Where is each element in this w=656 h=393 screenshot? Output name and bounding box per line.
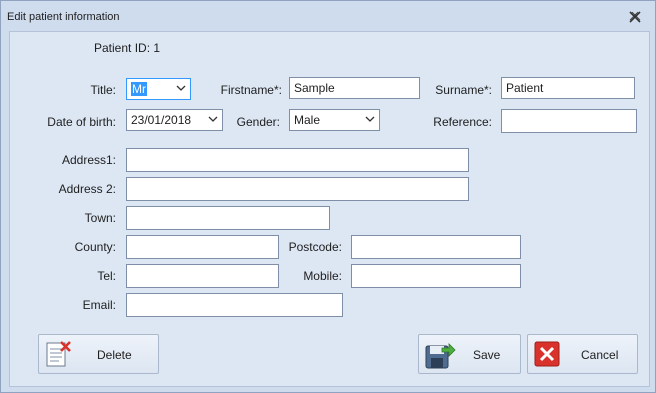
title-value: Mr <box>131 82 147 96</box>
edit-patient-window: Edit patient information Patient ID: 1 T… <box>0 0 656 393</box>
email-field[interactable] <box>126 293 343 317</box>
tel-label: Tel: <box>97 269 116 283</box>
titlebar: Edit patient information <box>1 1 655 31</box>
dob-label: Date of birth: <box>47 115 116 129</box>
chevron-down-icon <box>365 116 375 122</box>
save-disk-icon <box>425 343 456 369</box>
postcode-field[interactable] <box>351 235 521 259</box>
address1-field[interactable] <box>126 148 469 172</box>
cancel-x-icon <box>534 341 560 367</box>
mobile-field[interactable] <box>351 264 521 288</box>
surname-field[interactable]: Patient <box>501 77 635 99</box>
title-label: Title: <box>90 83 116 97</box>
save-button[interactable]: Save <box>418 334 521 374</box>
town-label: Town: <box>84 211 116 225</box>
firstname-field[interactable]: Sample <box>289 77 420 99</box>
firstname-label: Firstname*: <box>220 83 282 97</box>
gender-select[interactable]: Male <box>289 109 380 131</box>
window-title: Edit patient information <box>7 11 120 23</box>
title-select[interactable]: Mr <box>126 78 191 100</box>
dob-value: 23/01/2018 <box>131 113 192 127</box>
cancel-button[interactable]: Cancel <box>527 334 638 374</box>
form-panel: Patient ID: 1 Title: Mr Firstname*: Samp… <box>9 31 650 387</box>
delete-document-icon <box>46 341 71 367</box>
county-label: County: <box>74 240 116 254</box>
mobile-label: Mobile: <box>303 269 342 283</box>
county-field[interactable] <box>126 235 279 259</box>
delete-label: Delete <box>97 348 132 362</box>
cancel-label: Cancel <box>581 348 619 362</box>
tel-field[interactable] <box>126 264 279 288</box>
postcode-label: Postcode: <box>288 240 342 254</box>
chevron-down-icon <box>208 116 218 122</box>
address1-label: Address1: <box>61 153 116 167</box>
save-label: Save <box>473 348 501 362</box>
close-icon[interactable] <box>629 11 641 23</box>
reference-label: Reference: <box>433 115 492 129</box>
address2-field[interactable] <box>126 177 469 201</box>
patient-id: Patient ID: 1 <box>94 41 161 55</box>
delete-button[interactable]: Delete <box>38 334 159 374</box>
gender-label: Gender: <box>236 115 280 129</box>
gender-value: Male <box>294 113 321 127</box>
reference-field[interactable] <box>501 109 637 133</box>
chevron-down-icon <box>176 85 186 91</box>
town-field[interactable] <box>126 206 330 230</box>
email-label: Email: <box>82 298 116 312</box>
surname-label: Surname*: <box>435 83 492 97</box>
dob-picker[interactable]: 23/01/2018 <box>126 109 223 131</box>
address2-label: Address 2: <box>58 182 116 196</box>
